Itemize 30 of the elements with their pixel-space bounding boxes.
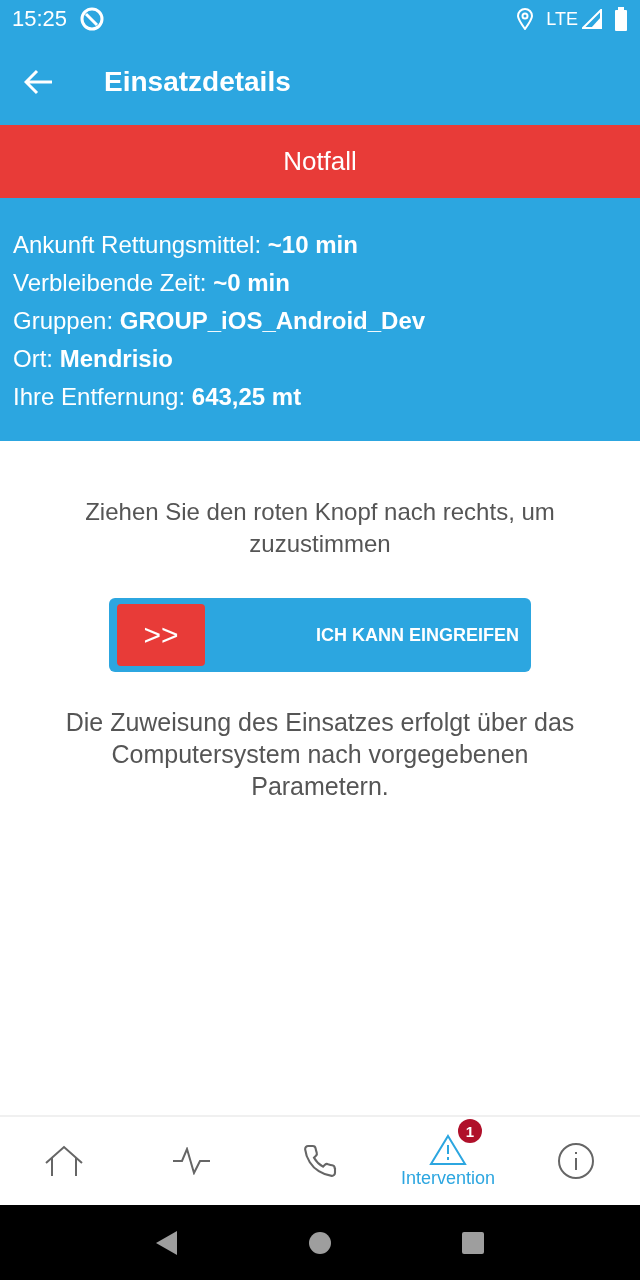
swipe-button[interactable]: >> ICH KANN EINGREIFEN (109, 598, 531, 672)
network-type: LTE (546, 8, 578, 30)
detail-line: Gruppen: GROUP_iOS_Android_Dev (13, 306, 427, 336)
pulse-icon (172, 1147, 212, 1175)
warning-icon (429, 1133, 467, 1166)
screen-title: Einsatzdetails (104, 65, 291, 98)
clock: 15:25 (12, 6, 68, 32)
battery-icon (614, 7, 628, 31)
assignment-note: Die Zuweisung des Einsatzes erfolgt über das Computersystem nach vorgegebenen Parametern. (64, 707, 576, 802)
notification-badge: 1 (458, 1119, 482, 1143)
home-icon (44, 1145, 84, 1177)
instruction-text: Ziehen Sie den roten Knopf nach rechts, um zuzustimmen (84, 497, 556, 559)
signal-icon (582, 9, 602, 29)
back-icon[interactable] (154, 1229, 179, 1256)
back-arrow-icon[interactable] (24, 68, 54, 95)
nav-tab[interactable]: Intervention 1 (384, 1117, 512, 1205)
detail-line: Verbleibende Zeit: ~0 min (13, 268, 291, 298)
detail-line: Ankunft Rettungsmittel: ~10 min (13, 230, 359, 260)
emergency-banner: Notfall (0, 125, 640, 198)
location-icon (516, 8, 535, 30)
detail-line: Ihre Entfernung: 643,25 mt (13, 382, 303, 412)
phone-icon (302, 1143, 338, 1179)
slider-knob[interactable]: >> (117, 604, 205, 666)
nav-label: Intervention (400, 1167, 496, 1189)
no-disturb-icon (79, 6, 106, 32)
info-icon (557, 1142, 595, 1180)
recents-icon[interactable] (461, 1230, 486, 1255)
detail-line: Ort: Mendrisio (13, 344, 174, 374)
home-button-icon[interactable] (308, 1230, 332, 1255)
swipe-label: ICH KANN EINGREIFEN (315, 624, 520, 647)
